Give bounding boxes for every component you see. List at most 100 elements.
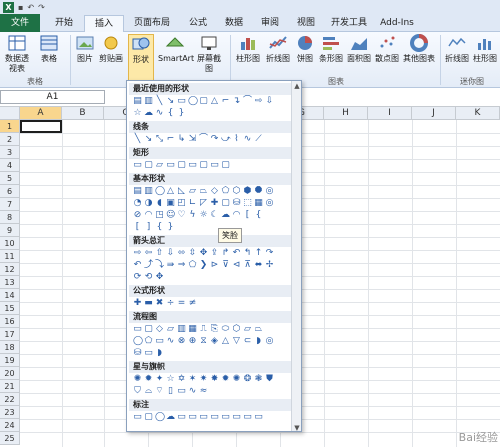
up-down-arrow-shape-icon[interactable]: ⇳ [188,249,197,258]
frame-shape-icon[interactable]: ▣ [166,199,175,208]
tab-formulas[interactable]: 公式 [180,15,216,32]
smiley-face-shape-icon[interactable]: ☺ [166,211,175,220]
bracket-pair-shape-icon[interactable]: [ [243,211,252,220]
round-rect-2-shape-icon[interactable]: ▢ [177,161,186,170]
tab-page-layout[interactable]: 页面布局 [124,15,180,32]
quad-arrow-shape-icon[interactable]: ✥ [199,249,208,258]
brace-right-shape-icon[interactable]: } [177,109,186,118]
process-shape-icon[interactable]: ▭ [133,325,142,334]
summing-junction-shape-icon[interactable]: ⊗ [177,337,186,346]
rectangle-shape-icon[interactable]: ▭ [133,161,142,170]
cross-shape-icon[interactable]: ✚ [210,199,219,208]
terminator-shape-icon[interactable]: ⬭ [221,325,230,334]
round-same-rect-shape-icon[interactable]: ▢ [199,161,208,170]
equal-shape-icon[interactable]: = [177,299,186,308]
chevron-shape-icon[interactable]: ❯ [199,261,208,270]
donut-shape-icon[interactable]: ◎ [265,199,274,208]
row-header[interactable]: 2 [0,133,20,146]
divide-shape-icon[interactable]: ÷ [166,299,175,308]
tab-insert[interactable]: 插入 [84,15,124,32]
decision-shape-icon[interactable]: ◇ [155,325,164,334]
gallery-scrollbar[interactable]: ▲ ▼ [291,81,301,431]
extract-shape-icon[interactable]: △ [221,337,230,346]
arc-shape-icon[interactable]: ◠ [232,211,241,220]
not-equal-shape-icon[interactable]: ≠ [188,299,197,308]
curve-shape-icon[interactable]: ⌒ [199,135,208,144]
column-header[interactable]: B [62,107,104,120]
star-6-shape-icon[interactable]: ✡ [177,375,186,384]
oval-shape-icon[interactable]: ◯ [188,97,198,106]
minus-shape-icon[interactable]: ▬ [144,299,153,308]
picture-button[interactable]: 图片 [74,34,96,64]
wave-shape-icon[interactable]: ∿ [188,387,197,396]
line-callout-8-shape-icon[interactable]: ▭ [254,413,263,422]
row-header[interactable]: 9 [0,224,20,237]
area-chart-button[interactable]: 面积图 [346,34,372,64]
curve-double-shape-icon[interactable]: ⤻ [221,135,231,144]
bent-arrow-shape-icon[interactable]: ↱ [221,249,230,258]
parallelogram-shape-icon[interactable]: ▱ [188,187,197,196]
oval-callout-shape-icon[interactable]: ◯ [155,413,165,422]
explosion-2-shape-icon[interactable]: ✹ [144,375,153,384]
row-header[interactable]: 3 [0,146,20,159]
textbox-vertical-shape-icon[interactable]: ▥ [144,187,153,196]
star-7-shape-icon[interactable]: ✶ [188,375,197,384]
delay-shape-icon[interactable]: ◗ [254,337,263,346]
column-chart-button[interactable]: 柱形图 [234,34,262,64]
curved-ribbon-up-shape-icon[interactable]: ⌓ [144,387,153,396]
right-triangle-shape-icon[interactable]: ◺ [177,187,186,196]
preparation-shape-icon[interactable]: ⬡ [232,325,241,334]
block-arrow-shape-icon[interactable]: ⇨ [254,97,263,106]
bar-chart-button[interactable]: 条形图 [318,34,344,64]
pie-shape-icon[interactable]: ◔ [133,199,142,208]
elbow-connector-shape-icon[interactable]: ⌐ [221,97,230,106]
wave-shape-icon[interactable]: ∿ [155,109,164,118]
snip-rect-shape-icon[interactable]: ▱ [155,161,164,170]
left-right-up-arrow-shape-icon[interactable]: ⇪ [210,249,219,258]
rectangle-shape-icon[interactable]: ▭ [177,97,186,106]
star-8-shape-icon[interactable]: ✷ [199,375,208,384]
line-callout-1-shape-icon[interactable]: ▭ [177,413,186,422]
manual-operation-shape-icon[interactable]: ⏢ [254,325,263,334]
active-cell-a1[interactable] [20,120,62,133]
line-callout-7-shape-icon[interactable]: ▭ [243,413,252,422]
elbow-double-shape-icon[interactable]: ⇲ [188,135,197,144]
star-5-shape-icon[interactable]: ☆ [166,375,175,384]
display-shape-icon[interactable]: ◗ [155,349,164,358]
triangle-shape-icon[interactable]: △ [166,187,175,196]
right-bracket-shape-icon[interactable]: ] [144,223,153,232]
down-arrow-shape-icon[interactable]: ⇩ [265,97,274,106]
shapes-button[interactable]: 形状 [128,34,154,86]
diagonal-stripe-shape-icon[interactable]: ◸ [199,199,208,208]
up-arrow-shape-icon[interactable]: ⇧ [155,249,164,258]
row-header[interactable]: 12 [0,263,20,276]
line-callout-2-shape-icon[interactable]: ▭ [188,413,197,422]
decagon-shape-icon[interactable]: ◎ [265,187,274,196]
up-callout-arrow-shape-icon[interactable]: ⊼ [243,261,252,270]
merge-shape-icon[interactable]: ▽ [232,337,241,346]
line-shape-icon[interactable]: ╲ [155,97,164,106]
connector-shape-icon[interactable]: ◯ [133,337,143,346]
table-button[interactable]: 表格 [38,34,60,64]
line-chart-button[interactable]: 折线图 [264,34,292,64]
row-header[interactable]: 7 [0,198,20,211]
column-header[interactable]: J [412,107,456,120]
elbow-shape-icon[interactable]: ⌐ [166,135,175,144]
circular-arrow-shape-icon[interactable]: ⟳ [133,273,142,282]
redo-icon[interactable]: ↷ [38,3,45,12]
star-12-shape-icon[interactable]: ✹ [221,375,230,384]
cloud-shape-icon[interactable]: ☁ [221,211,230,220]
right-arrow-shape-icon[interactable]: ⇨ [133,249,142,258]
other-charts-button[interactable]: 其他图表 [402,34,436,64]
save-icon[interactable]: ▪ [18,3,23,12]
curved-ribbon-down-shape-icon[interactable]: ⌔ [155,387,164,396]
down-callout-arrow-shape-icon[interactable]: ⊽ [221,261,230,270]
arrow-shape-icon[interactable]: ↘ [144,135,153,144]
snip-rect-2-shape-icon[interactable]: ▭ [166,161,175,170]
cloud-shape-icon[interactable]: ☁ [144,109,153,118]
circular-arrow-2-shape-icon[interactable]: ⟲ [144,273,153,282]
select-all-corner[interactable] [0,107,20,120]
vertical-scroll-shape-icon[interactable]: ▯ [166,387,175,396]
row-header[interactable]: 17 [0,328,20,341]
l-shape-icon[interactable]: ∟ [188,199,197,208]
